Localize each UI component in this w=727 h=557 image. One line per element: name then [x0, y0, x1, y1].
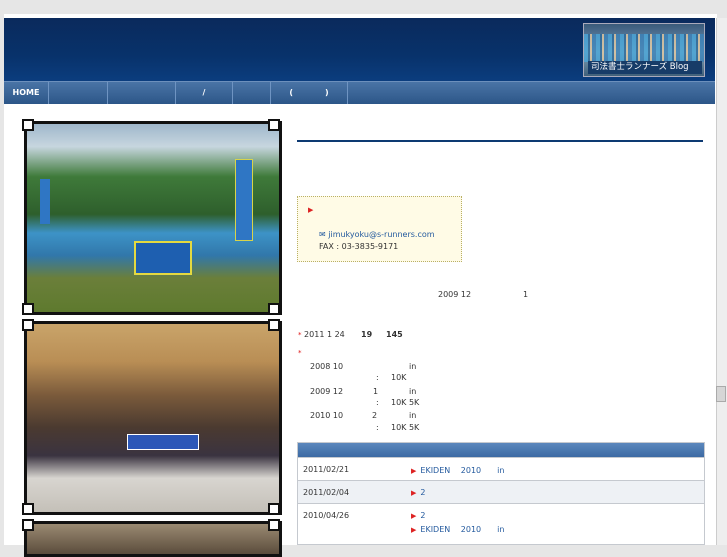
- photo-corner: [268, 319, 280, 331]
- update-link-text[interactable]: 2: [420, 488, 425, 497]
- team-photo-party: [24, 321, 282, 515]
- nav-item-5[interactable]: [233, 82, 271, 104]
- link-triangle-icon: ▶: [411, 489, 417, 497]
- news-item-2-marker: *: [298, 348, 302, 357]
- title-rule: [297, 140, 703, 142]
- table-row: 2011/02/21 ▶ EKIDEN 2010 in: [298, 457, 704, 480]
- team-flag-left: [40, 179, 50, 224]
- photo-corner: [22, 519, 34, 531]
- blog-banner-label: 司法書士ランナーズ Blog: [588, 61, 702, 74]
- update-link-text[interactable]: 2: [420, 511, 425, 520]
- mail-icon: ✉: [319, 230, 326, 239]
- nav-item-2[interactable]: [49, 82, 108, 104]
- team-banner: [134, 241, 192, 275]
- nav-item-4[interactable]: /: [176, 82, 233, 104]
- contact-email-line[interactable]: ✉ jimukyoku@s-runners.com: [319, 230, 435, 239]
- photo-corner: [268, 519, 280, 531]
- blog-banner-link[interactable]: 司法書士ランナーズ Blog: [583, 23, 705, 77]
- update-date: 2011/02/04: [303, 488, 350, 497]
- link-triangle-icon: ▶: [411, 512, 417, 520]
- team-photo-third: [24, 521, 282, 557]
- record-1-sep: :: [376, 373, 379, 382]
- photo-corner: [268, 503, 280, 515]
- update-link[interactable]: ▶ 2: [411, 511, 425, 520]
- news-item-1-n1: 19: [361, 330, 373, 339]
- asterisk-icon: *: [298, 349, 302, 357]
- news-item-1-date: 2011 1 24: [304, 330, 345, 339]
- contact-fax: FAX : 03-3835-9171: [319, 242, 399, 251]
- photo-corner: [268, 119, 280, 131]
- record-2-date: 2009 12: [310, 387, 344, 396]
- record-1-in: in: [409, 362, 417, 371]
- link-triangle-icon: ▶: [411, 467, 417, 475]
- photo-corner: [22, 319, 34, 331]
- main-nav: HOME / ( ): [4, 81, 715, 104]
- record-2-in: in: [409, 387, 417, 396]
- record-1-detail: 10K: [391, 373, 407, 382]
- update-link-text[interactable]: EKIDEN 2010 in: [420, 525, 504, 534]
- contact-box: ▶ ✉ jimukyoku@s-runners.com FAX : 03-383…: [297, 196, 462, 262]
- site-header: 司法書士ランナーズ Blog: [4, 18, 715, 81]
- table-row: 2011/02/04 ▶ 2: [298, 480, 704, 503]
- blog-banner-photo: [584, 34, 704, 62]
- record-3-sep: :: [376, 423, 379, 432]
- record-3-date: 2010 10: [310, 411, 344, 420]
- updates-table-header: [298, 443, 704, 457]
- record-3-num: 2: [372, 411, 378, 420]
- scrollbar-grip[interactable]: [716, 386, 726, 402]
- update-link-text[interactable]: EKIDEN 2010 in: [420, 466, 504, 475]
- updates-table: 2011/02/21 ▶ EKIDEN 2010 in 2011/02/04 ▶ 2…: [297, 442, 705, 545]
- record-2-sep: :: [376, 398, 379, 407]
- update-link[interactable]: ▶ EKIDEN 2010 in: [411, 524, 504, 535]
- update-date: 2010/04/26: [303, 511, 350, 520]
- intro-date: 2009 12: [438, 290, 472, 299]
- news-item-1: * 2011 1 24: [298, 330, 345, 339]
- table-row: 2010/04/26 ▶ 2 ▶ EKIDEN 2010 in: [298, 503, 704, 544]
- bullet-triangle-icon: ▶: [308, 206, 314, 214]
- party-sign: [127, 434, 199, 450]
- update-link[interactable]: ▶ 2: [411, 488, 425, 497]
- intro-count: 1: [523, 290, 529, 299]
- asterisk-icon: *: [298, 331, 302, 339]
- record-3-in: in: [409, 411, 417, 420]
- nav-item-3[interactable]: [108, 82, 176, 104]
- page-scrollbar[interactable]: [716, 18, 727, 545]
- contact-email[interactable]: jimukyoku@s-runners.com: [328, 230, 434, 239]
- nav-home[interactable]: HOME: [4, 82, 49, 104]
- team-photo-outdoor: [24, 121, 282, 315]
- link-triangle-icon: ▶: [411, 526, 417, 534]
- record-3-detail: 10K 5K: [391, 423, 420, 432]
- record-2-num: 1: [373, 387, 379, 396]
- photo-corner: [268, 303, 280, 315]
- photo-corner: [22, 503, 34, 515]
- update-date: 2011/02/21: [303, 465, 350, 474]
- nav-item-6[interactable]: ( ): [271, 82, 348, 104]
- news-item-1-n2: 145: [386, 330, 403, 339]
- record-2-detail: 10K 5K: [391, 398, 420, 407]
- update-link[interactable]: ▶ EKIDEN 2010 in: [411, 465, 504, 476]
- team-flag-right: [235, 159, 253, 241]
- photo-corner: [22, 303, 34, 315]
- photo-corner: [22, 119, 34, 131]
- record-1-date: 2008 10: [310, 362, 344, 371]
